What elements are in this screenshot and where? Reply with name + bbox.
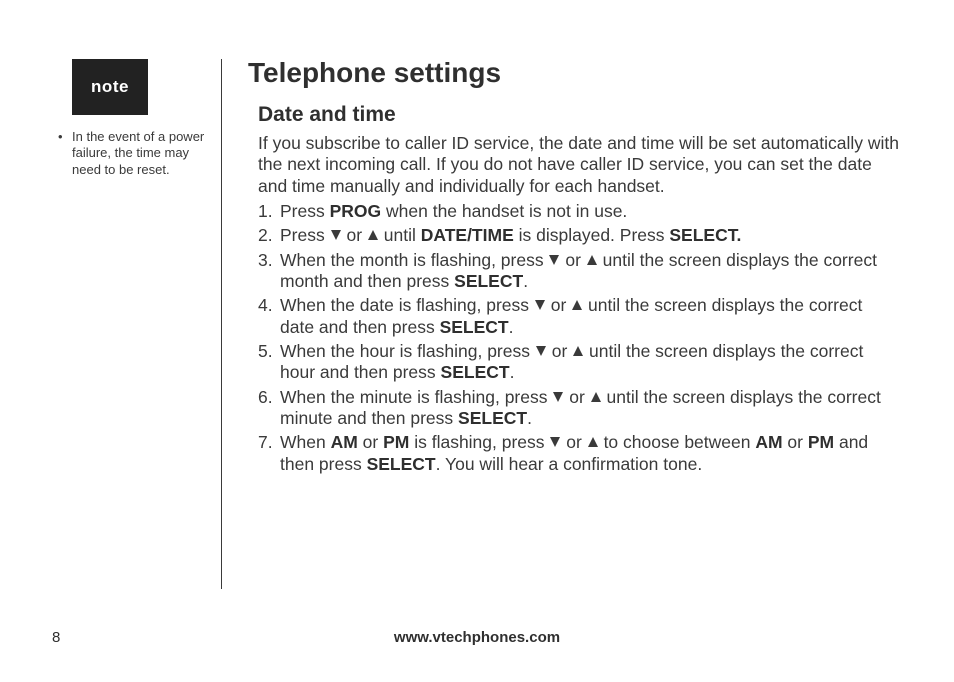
down-arrow-icon [550, 437, 560, 447]
text: or [547, 341, 572, 361]
intro-paragraph: If you subscribe to caller ID service, t… [258, 133, 900, 197]
step-2: 2. Press or until DATE/TIME is displayed… [258, 225, 900, 246]
text: When [280, 432, 331, 452]
text: is displayed. Press [514, 225, 670, 245]
note-sidebar: note • In the event of a power failure, … [50, 55, 215, 590]
step-body: When the hour is flashing, press or unti… [280, 341, 900, 384]
note-item: • In the event of a power failure, the t… [58, 129, 205, 178]
page-footer: 8 www.vtechphones.com [0, 629, 954, 646]
step-number: 7. [258, 432, 280, 475]
step-body: When the date is flashing, press or unti… [280, 295, 900, 338]
down-arrow-icon [331, 230, 341, 240]
two-column-layout: note • In the event of a power failure, … [50, 55, 904, 590]
key-select: SELECT [440, 317, 509, 337]
text: or [561, 432, 586, 452]
text: When the minute is flashing, press [280, 387, 552, 407]
step-number: 1. [258, 201, 280, 222]
step-4: 4. When the date is flashing, press or u… [258, 295, 900, 338]
text: or [783, 432, 808, 452]
text: until [379, 225, 421, 245]
text: When the date is flashing, press [280, 295, 534, 315]
step-6: 6. When the minute is flashing, press or… [258, 387, 900, 430]
vertical-divider [221, 59, 222, 589]
step-1: 1. Press PROG when the handset is not in… [258, 201, 900, 222]
step-3: 3. When the month is flashing, press or … [258, 250, 900, 293]
footer-url: www.vtechphones.com [70, 629, 884, 646]
step-number: 3. [258, 250, 280, 293]
up-arrow-icon [588, 437, 598, 447]
down-arrow-icon [536, 346, 546, 356]
key-am: AM [755, 432, 782, 452]
text: Press [280, 201, 330, 221]
bullet-icon: • [58, 129, 72, 178]
text: or [342, 225, 367, 245]
text: . You will hear a confirmation tone. [436, 454, 703, 474]
text: When the month is flashing, press [280, 250, 548, 270]
key-select: SELECT [458, 408, 527, 428]
page-number: 8 [0, 629, 70, 646]
step-number: 5. [258, 341, 280, 384]
step-body: When the month is flashing, press or unt… [280, 250, 900, 293]
step-body: When the minute is flashing, press or un… [280, 387, 900, 430]
text: or [560, 250, 585, 270]
step-number: 4. [258, 295, 280, 338]
steps-list: 1. Press PROG when the handset is not in… [258, 201, 900, 475]
step-body: When AM or PM is flashing, press or to c… [280, 432, 900, 475]
text: or [358, 432, 383, 452]
key-select: SELECT [441, 362, 510, 382]
text: When the hour is flashing, press [280, 341, 535, 361]
text: Press [280, 225, 330, 245]
step-5: 5. When the hour is flashing, press or u… [258, 341, 900, 384]
up-arrow-icon [572, 300, 582, 310]
text: or [546, 295, 571, 315]
key-pm: PM [808, 432, 834, 452]
note-text: In the event of a power failure, the tim… [72, 129, 205, 178]
key-select: SELECT [454, 271, 523, 291]
page-title: Telephone settings [248, 57, 904, 89]
step-body: Press or until DATE/TIME is displayed. P… [280, 225, 900, 246]
key-pm: PM [383, 432, 409, 452]
step-body: Press PROG when the handset is not in us… [280, 201, 900, 222]
step-number: 6. [258, 387, 280, 430]
text: is flashing, press [409, 432, 549, 452]
key-prog: PROG [330, 201, 382, 221]
up-arrow-icon [587, 255, 597, 265]
manual-page: note • In the event of a power failure, … [0, 0, 954, 682]
down-arrow-icon [535, 300, 545, 310]
key-select: SELECT. [669, 225, 741, 245]
step-7: 7. When AM or PM is flashing, press or t… [258, 432, 900, 475]
up-arrow-icon [573, 346, 583, 356]
up-arrow-icon [591, 392, 601, 402]
section-title: Date and time [258, 103, 904, 127]
key-datetime: DATE/TIME [421, 225, 514, 245]
down-arrow-icon [549, 255, 559, 265]
text: to choose between [599, 432, 756, 452]
note-badge: note [72, 59, 148, 115]
text: when the handset is not in use. [381, 201, 627, 221]
key-select: SELECT [367, 454, 436, 474]
text: or [564, 387, 589, 407]
up-arrow-icon [368, 230, 378, 240]
main-content: Telephone settings Date and time If you … [248, 55, 904, 590]
key-am: AM [331, 432, 358, 452]
note-list: • In the event of a power failure, the t… [50, 129, 205, 178]
step-number: 2. [258, 225, 280, 246]
down-arrow-icon [553, 392, 563, 402]
